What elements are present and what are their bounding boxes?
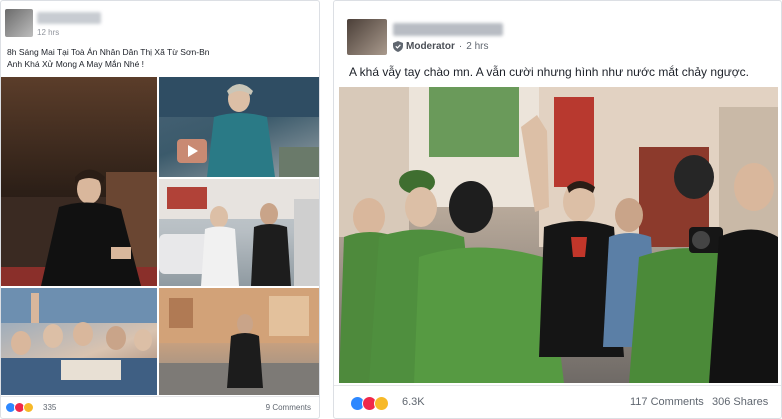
post-text-line-1: 8h Sáng Mai Tại Toà Án Nhân Dân Thị Xã T… [7, 47, 210, 57]
shares-count-link[interactable]: 306 Shares [712, 396, 768, 408]
meta-separator: · [458, 41, 463, 52]
photo-grid [1, 77, 319, 395]
post-text: 8h Sáng Mai Tại Toà Án Nhân Dân Thị Xã T… [7, 46, 307, 70]
post-photo[interactable] [339, 87, 778, 383]
comments-count-link[interactable]: 117 Comments [630, 396, 704, 408]
post-text: A khá vẫy tay chào mn. A vẫn cười nhưng … [349, 65, 749, 79]
post-timestamp[interactable]: 2 hrs [466, 41, 488, 52]
reaction-icons[interactable] [350, 396, 389, 411]
screenshot-page: 12 hrs 8h Sáng Mai Tại Toà Án Nhân Dân T… [0, 0, 782, 419]
post-text-line-2: Anh Khá Xử Mong A May Mắn Nhé ! [7, 59, 145, 69]
moderator-shield-icon [393, 41, 403, 52]
photo-content [159, 179, 319, 286]
haha-reaction-icon [23, 402, 34, 413]
reaction-icons[interactable] [5, 402, 34, 413]
reaction-count[interactable]: 335 [43, 403, 56, 412]
right-post-card: Moderator · 2 hrs A khá vẫy tay chào mn.… [333, 0, 782, 419]
photo-content [339, 87, 778, 383]
post-footer: 6.3K 117 Comments 306 Shares [334, 385, 781, 418]
sad-reaction-icon [374, 396, 389, 411]
photo-content [159, 288, 319, 395]
post-meta: Moderator · 2 hrs [393, 41, 488, 52]
left-post-card: 12 hrs 8h Sáng Mai Tại Toà Án Nhân Dân T… [0, 0, 320, 419]
author-name-blurred[interactable] [37, 12, 101, 24]
photo-tile-2[interactable] [159, 77, 319, 177]
author-name-blurred[interactable] [393, 23, 503, 36]
moderator-badge: Moderator [406, 41, 455, 52]
post-footer: 335 9 Comments [1, 396, 319, 418]
comments-count-link[interactable]: 9 Comments [266, 403, 311, 412]
photo-tile-4[interactable] [1, 288, 157, 395]
photo-tile-5[interactable] [159, 288, 319, 395]
photo-tile-1[interactable] [1, 77, 157, 286]
photo-content [1, 169, 157, 286]
post-timestamp[interactable]: 12 hrs [37, 28, 59, 37]
photo-tile-3[interactable] [159, 179, 319, 286]
author-avatar[interactable] [5, 9, 33, 37]
photo-content [1, 288, 157, 395]
author-avatar[interactable] [347, 19, 387, 55]
photo-content [159, 77, 319, 177]
reaction-count[interactable]: 6.3K [402, 396, 425, 408]
